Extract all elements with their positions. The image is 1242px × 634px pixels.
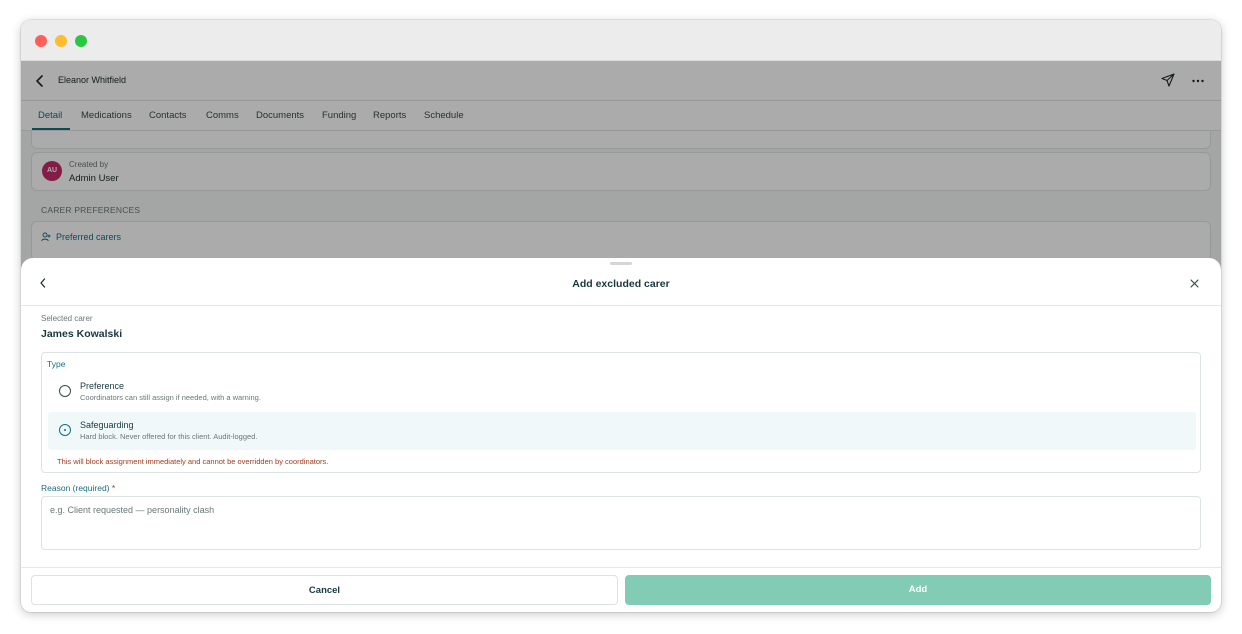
add-button[interactable]: Add — [625, 575, 1211, 605]
option-description: Hard block. Never offered for this clien… — [80, 432, 258, 441]
option-preference[interactable]: Preference Coordinators can still assign… — [48, 373, 1196, 411]
option-safeguarding[interactable]: Safeguarding Hard block. Never offered f… — [48, 412, 1196, 450]
option-title: Preference — [80, 381, 125, 391]
option-title: Safeguarding — [80, 420, 134, 430]
close-icon — [1190, 279, 1199, 288]
sheet-grabber[interactable] — [610, 262, 632, 265]
radio-preference[interactable] — [59, 385, 71, 397]
sheet-title: Add excluded carer — [572, 278, 670, 290]
reason-label: Reason (required) * — [41, 483, 115, 493]
required-mark: * — [111, 483, 116, 493]
selected-carer-value: James Kowalski — [41, 328, 123, 340]
radio-safeguarding[interactable] — [59, 424, 71, 436]
add-excluded-carer-sheet: Add excluded carer Selected carer James … — [21, 258, 1221, 612]
sheet-close-button[interactable] — [1190, 277, 1199, 291]
option-description: Coordinators can still assign if needed,… — [80, 393, 261, 402]
sheet-divider — [21, 305, 1221, 306]
close-window-button[interactable] — [35, 35, 47, 47]
safeguarding-warning: This will block assignment immediately a… — [57, 457, 329, 466]
window-titlebar — [21, 20, 1221, 61]
sheet-back-button[interactable] — [39, 277, 47, 291]
type-label: Type — [47, 359, 66, 369]
chevron-left-icon — [40, 278, 46, 288]
zoom-window-button[interactable] — [75, 35, 87, 47]
cancel-button[interactable]: Cancel — [31, 575, 618, 605]
reason-field[interactable] — [41, 496, 1201, 550]
footer-divider — [21, 567, 1221, 568]
app-window: Eleanor Whitfield Detail Medications Con… — [21, 20, 1221, 612]
selected-carer-label: Selected carer — [41, 314, 93, 323]
reason-label-text: Reason (required) — [41, 483, 110, 493]
minimize-window-button[interactable] — [55, 35, 67, 47]
type-fieldset: Type Preference Coordinators can still a… — [41, 352, 1201, 473]
